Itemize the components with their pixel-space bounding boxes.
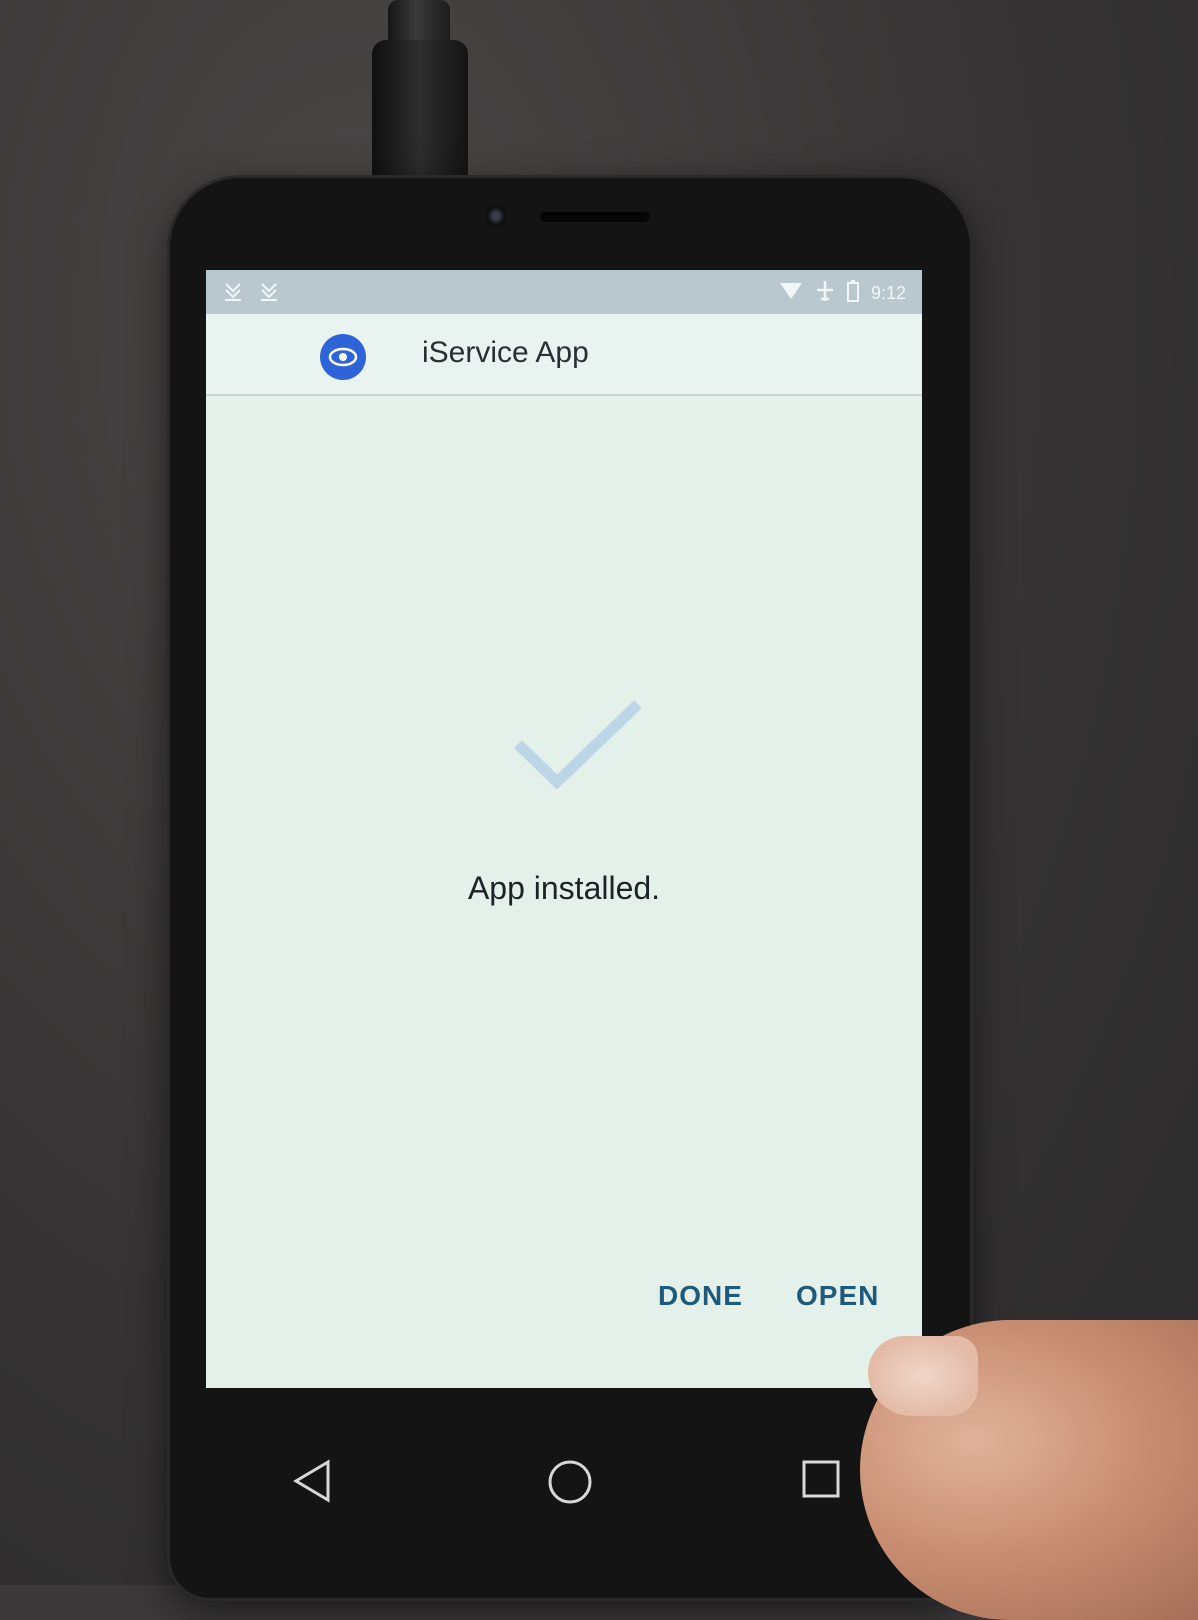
app-title: iService App [422,336,589,369]
status-bar: 9:12 [206,270,922,314]
eye-icon [320,334,366,380]
check-icon [512,700,642,800]
front-camera [486,206,506,226]
notification-icons [222,280,280,307]
recents-square-icon[interactable] [800,1458,842,1505]
thumbnail-highlight [868,1336,978,1416]
open-button[interactable]: OPEN [796,1280,879,1312]
app-bar: iService App [206,314,922,396]
download-icon [258,280,280,307]
home-circle-icon[interactable] [546,1458,594,1511]
navigation-bar [170,1418,970,1578]
system-status-icons: 9:12 [779,280,906,307]
done-button[interactable]: DONE [658,1280,743,1312]
download-icon [222,280,244,307]
wifi-icon [779,281,803,306]
phone-screen: 9:12 iService App App installed. DONE OP… [206,270,922,1388]
earpiece-speaker [540,212,650,222]
usb-plug [372,40,468,190]
phone-body: 9:12 iService App App installed. DONE OP… [170,178,970,1598]
status-time: 9:12 [870,283,906,303]
airplane-icon [815,280,835,307]
battery-icon [846,280,859,307]
back-triangle-icon[interactable] [290,1458,336,1509]
install-status-message: App installed. [467,870,661,906]
